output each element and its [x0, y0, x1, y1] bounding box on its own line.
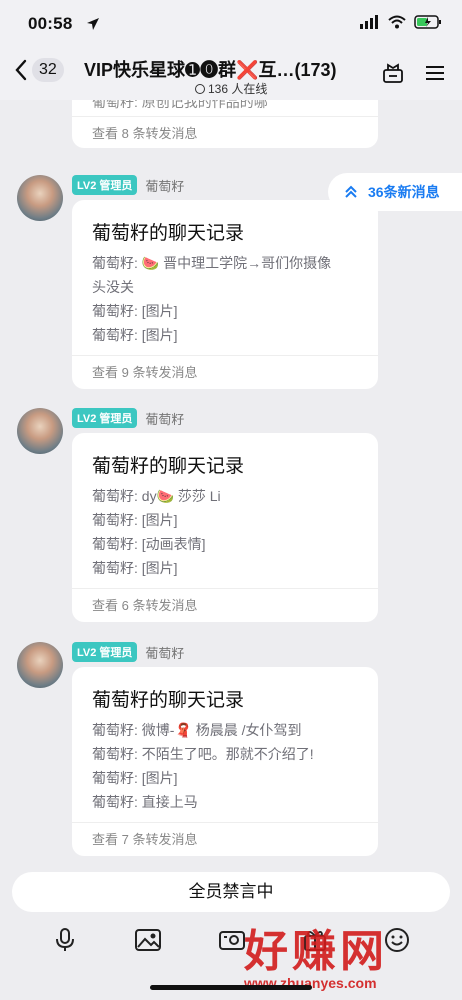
avatar[interactable] — [17, 175, 63, 221]
sender-row: LV2 管理员 葡萄籽 — [72, 642, 184, 662]
card-title: 葡萄籽的聊天记录 — [92, 690, 245, 711]
chat-message-list[interactable]: 葡萄籽: 原创记我的作品的哪 查看 8 条转发消息 LV2 管理员 葡萄籽 葡萄… — [0, 100, 462, 865]
card-line: 葡萄籽: 🍉 晋中理工学院→哥们你摄像 — [92, 255, 332, 271]
microphone-icon[interactable] — [52, 927, 78, 953]
card-line: 葡萄籽: 原创记我的作品的哪 — [92, 100, 268, 110]
card-footer: 查看 7 条转发消息 — [72, 822, 378, 856]
camera-icon[interactable] — [218, 927, 246, 953]
card-title: 葡萄籽的聊天记录 — [92, 456, 245, 477]
chevron-left-icon — [15, 59, 27, 81]
sender-name[interactable]: 葡萄籽 — [145, 409, 184, 428]
wifi-icon — [388, 15, 406, 29]
new-messages-button[interactable]: 36条新消息 — [328, 173, 462, 211]
card-line: 葡萄籽: [图片] — [92, 770, 178, 786]
unread-count-badge: 32 — [32, 58, 64, 82]
card-line: 葡萄籽: 不陌生了吧。那就不介绍了! — [92, 746, 314, 762]
menu-icon[interactable] — [424, 62, 446, 84]
card-line: 葡萄籽: dy🍉 莎莎 Li — [92, 488, 221, 504]
back-button[interactable]: 32 — [14, 58, 64, 82]
card-footer: 查看 8 条转发消息 — [72, 116, 378, 148]
image-icon[interactable] — [134, 927, 162, 953]
watermark-logo: 好赚网 www.zhuanyes.com — [244, 915, 444, 995]
status-right — [360, 15, 442, 29]
card-line: 头没关 — [92, 279, 134, 295]
card-line: 葡萄籽: [图片] — [92, 327, 178, 343]
forwarded-chat-card[interactable]: 葡萄籽的聊天记录 葡萄籽: dy🍉 莎莎 Li 葡萄籽: [图片] 葡萄籽: [… — [72, 433, 378, 622]
new-messages-label: 36条新消息 — [368, 184, 440, 200]
card-line: 葡萄籽: [图片] — [92, 512, 178, 528]
group-title[interactable]: VIP快乐星球➊⓿群❌互…(173) — [84, 56, 354, 82]
forwarded-card-partial[interactable]: 葡萄籽: 原创记我的作品的哪 查看 8 条转发消息 — [72, 100, 378, 148]
chat-header: 32 VIP快乐星球➊⓿群❌互…(173) 136 人在线 — [0, 48, 462, 100]
status-bar: 00:58 — [0, 0, 462, 48]
watermark-text: 好赚网 — [244, 927, 388, 976]
card-line: 葡萄籽: [图片] — [92, 303, 178, 319]
group-app-icon[interactable] — [382, 62, 404, 84]
card-title: 葡萄籽的聊天记录 — [92, 223, 245, 244]
nav-actions — [382, 62, 446, 84]
sender-row: LV2 管理员 葡萄籽 — [72, 175, 184, 195]
forwarded-chat-card[interactable]: 葡萄籽的聊天记录 葡萄籽: 微博-🧣 杨晨晨 /女仆驾到 葡萄籽: 不陌生了吧。… — [72, 667, 378, 856]
card-footer: 查看 9 条转发消息 — [72, 355, 378, 389]
avatar[interactable] — [17, 408, 63, 454]
card-footer: 查看 6 条转发消息 — [72, 588, 378, 622]
admin-badge: LV2 管理员 — [72, 642, 138, 662]
location-arrow-icon — [87, 18, 99, 30]
card-line: 葡萄籽: [动画表情] — [92, 536, 206, 552]
signal-icon — [360, 15, 378, 29]
avatar[interactable] — [17, 642, 63, 688]
card-line: 葡萄籽: 微博-🧣 杨晨晨 /女仆驾到 — [92, 722, 302, 738]
admin-badge: LV2 管理员 — [72, 408, 138, 428]
clock-icon — [194, 84, 205, 94]
forwarded-chat-card[interactable]: 葡萄籽的聊天记录 葡萄籽: 🍉 晋中理工学院→哥们你摄像 头没关 葡萄籽: [图… — [72, 200, 378, 389]
admin-badge: LV2 管理员 — [72, 175, 138, 195]
status-time: 00:58 — [28, 14, 73, 33]
card-line: 葡萄籽: 直接上马 — [92, 794, 198, 810]
home-indicator — [150, 985, 312, 990]
sender-name[interactable]: 葡萄籽 — [145, 643, 184, 662]
muted-input-bar: 全员禁言中 — [12, 872, 450, 912]
card-line: 葡萄籽: [图片] — [92, 560, 178, 576]
battery-icon — [414, 15, 441, 29]
sender-name[interactable]: 葡萄籽 — [145, 176, 184, 195]
double-chevron-up-icon — [345, 185, 357, 198]
sender-row: LV2 管理员 葡萄籽 — [72, 408, 184, 428]
